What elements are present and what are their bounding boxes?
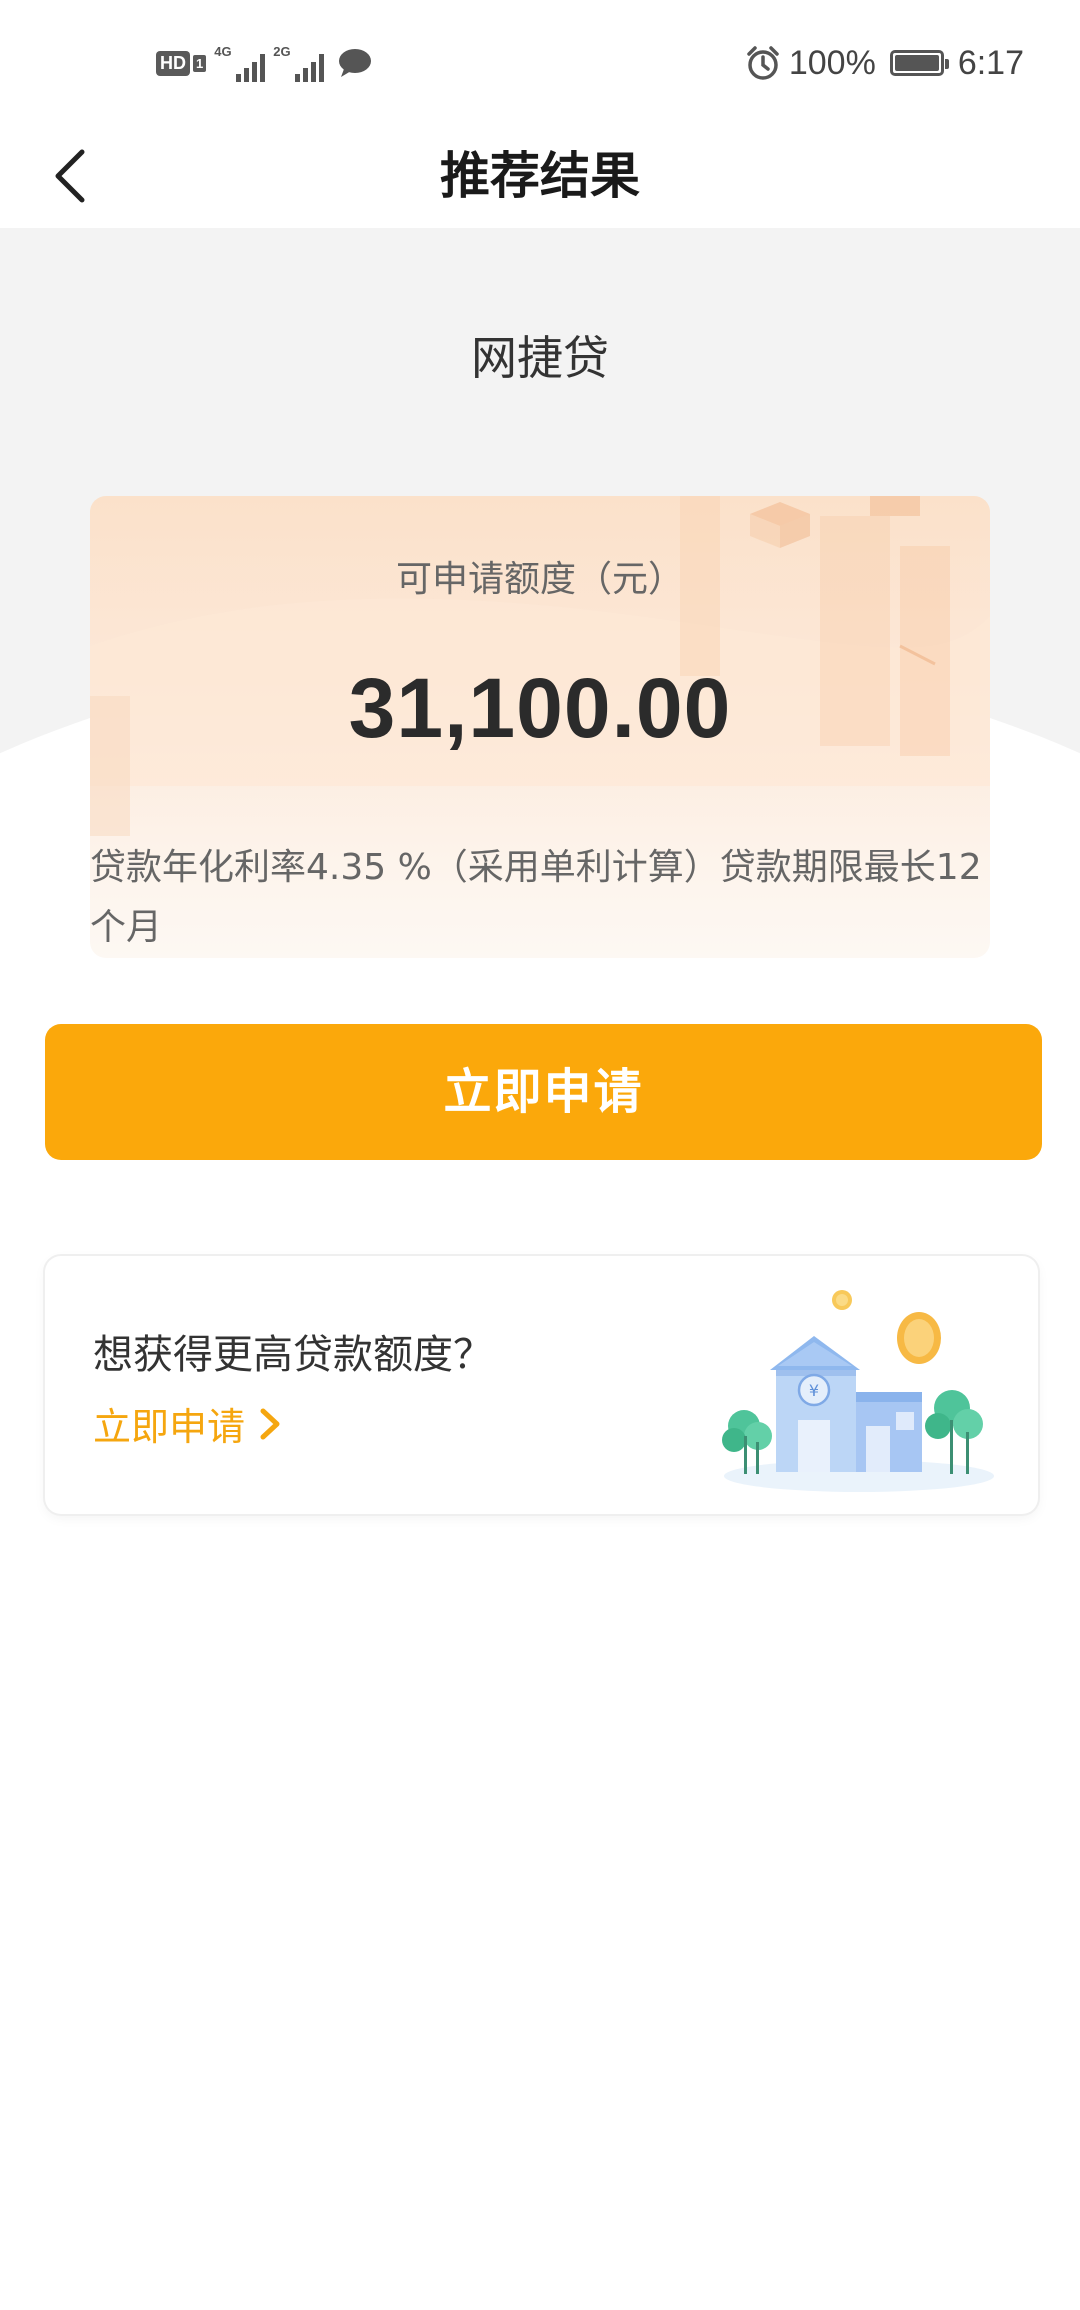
alarm-icon — [747, 46, 779, 80]
signal-2g-icon: 2G — [273, 44, 325, 82]
higher-quota-promo-card[interactable]: 想获得更高贷款额度？ 立即申请 ¥ — [45, 1256, 1038, 1514]
promo-title: 想获得更高贷款额度？ — [93, 1332, 493, 1378]
signal-2g-label: 2G — [273, 44, 291, 59]
status-bar: HD 1 4G 2G 100% 6:17 — [0, 0, 1080, 124]
signal-4g-label: 4G — [214, 44, 232, 59]
quota-amount: 31,100.00 — [348, 661, 732, 755]
battery-percent: 100% — [788, 43, 876, 82]
header: 推荐结果 — [0, 124, 1080, 228]
page-title: 推荐结果 — [440, 147, 640, 205]
bank-building-illustration: ¥ — [722, 1290, 994, 1492]
svg-text:¥: ¥ — [809, 1381, 819, 1400]
status-bar-left: HD 1 4G 2G — [156, 38, 372, 88]
product-name: 网捷贷 — [471, 331, 609, 385]
status-bar-right: 100% 6:17 — [745, 38, 1024, 88]
promo-apply-link[interactable]: 立即申请 — [93, 1396, 283, 1451]
chevron-right-icon — [260, 1408, 280, 1439]
battery-icon — [889, 50, 949, 76]
screen: HD 1 4G 2G 100% 6:17 推荐结果 网捷贷 可申请额度（元） 3… — [0, 0, 1080, 2310]
status-time: 6:17 — [957, 43, 1024, 82]
hd-voice-icon: HD 1 — [156, 48, 207, 78]
quota-label: 可申请额度（元） — [395, 559, 684, 600]
promo-link-label: 立即申请 — [93, 1405, 246, 1449]
chat-bubble-icon — [339, 49, 372, 77]
apply-now-button[interactable]: 立即申请 — [45, 1024, 1042, 1160]
loan-terms-note: 贷款年化利率4.35 %（采用单利计算）贷款期限最长12个月 — [90, 847, 982, 948]
signal-4g-icon: 4G — [214, 44, 266, 82]
quota-card: 可申请额度（元） 31,100.00 贷款年化利率4.35 %（采用单利计算）贷… — [90, 496, 990, 958]
hd-sub-label: 1 — [193, 54, 207, 72]
hd-label: HD — [156, 50, 190, 76]
